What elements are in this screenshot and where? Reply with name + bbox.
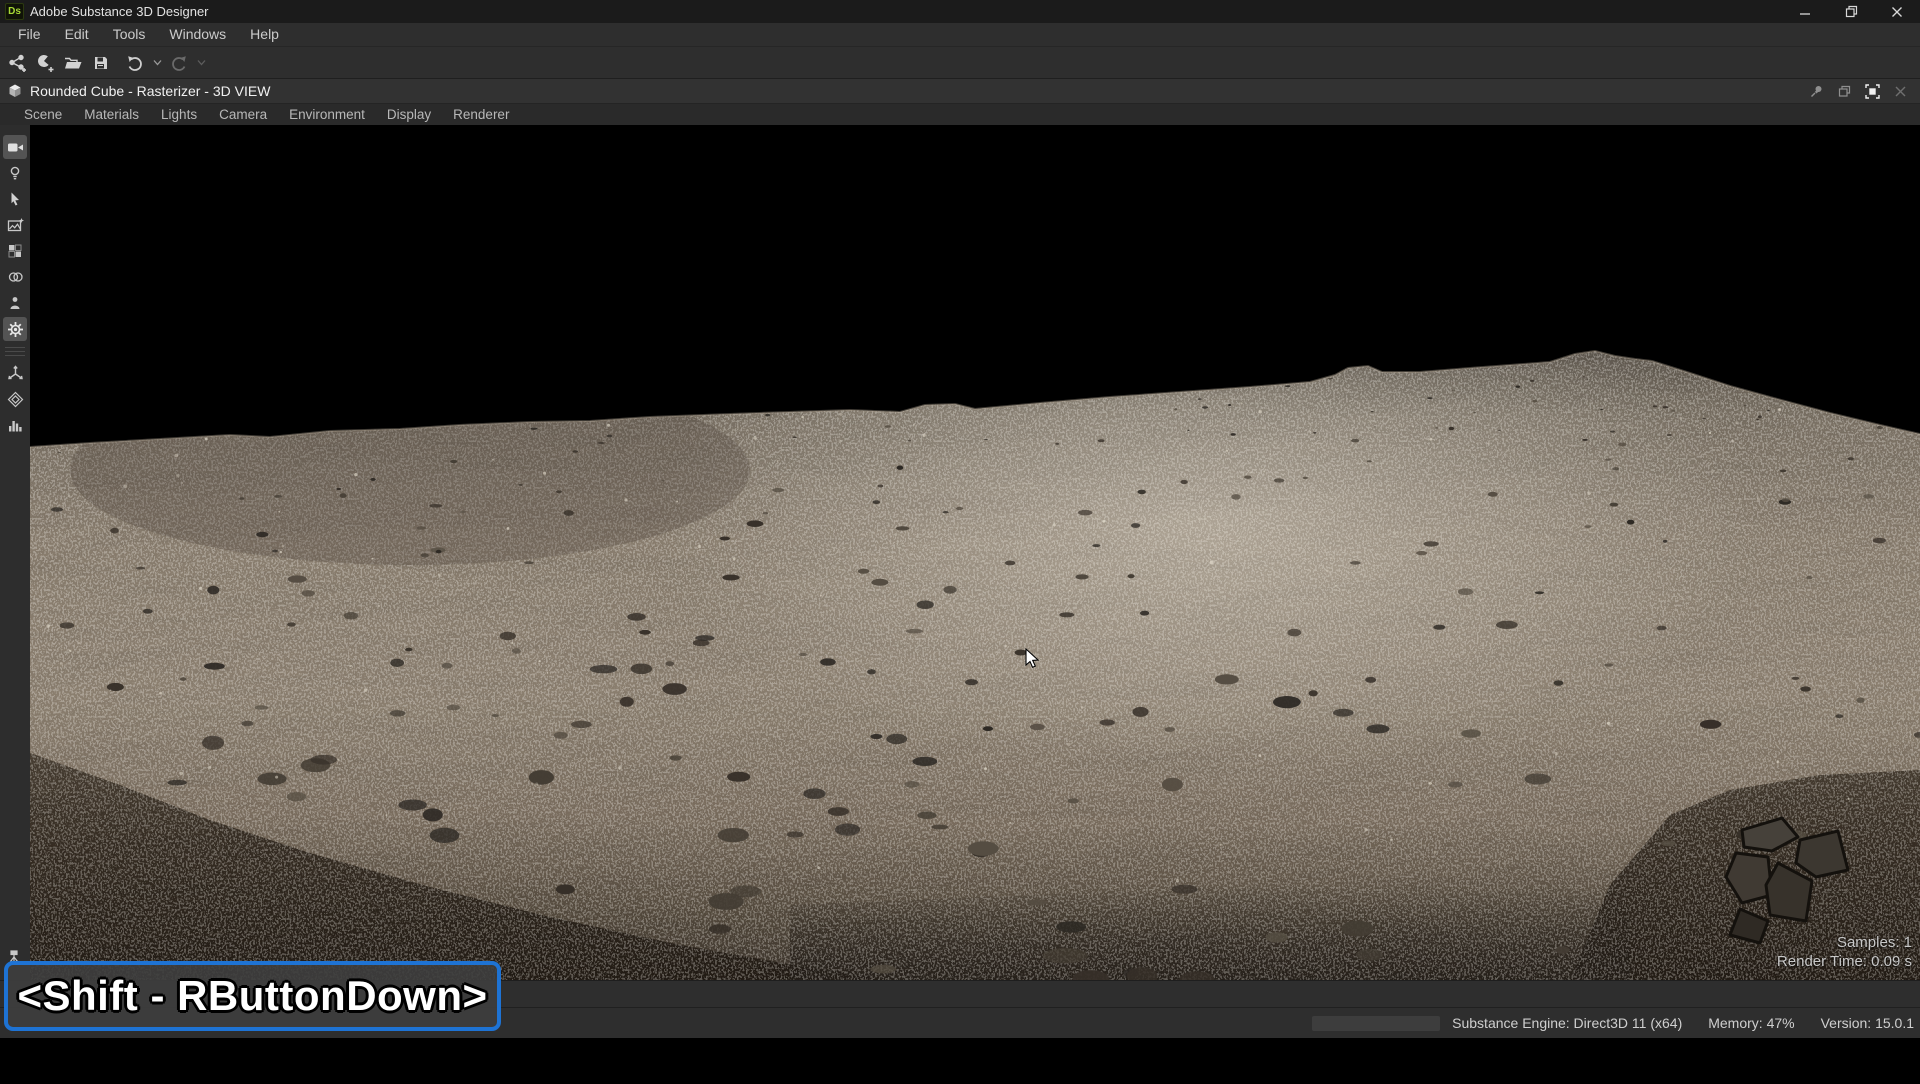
material-tool[interactable] [3, 239, 27, 263]
viewmenu-materials[interactable]: Materials [73, 104, 150, 125]
menu-help[interactable]: Help [238, 23, 291, 46]
light-icon [7, 165, 23, 181]
titlebar: Ds Adobe Substance 3D Designer [0, 0, 1920, 23]
open-file-button[interactable] [60, 50, 86, 76]
main-toolbar [0, 46, 1920, 78]
save-icon [92, 54, 110, 72]
camera-pose-tool[interactable] [3, 291, 27, 315]
viewmenu-environment[interactable]: Environment [278, 104, 376, 125]
wireframe-tool[interactable] [3, 387, 27, 411]
new-substance-graph-button[interactable] [4, 50, 30, 76]
app-window: { "titlebar": { "logo_text": "Ds", "titl… [0, 0, 1920, 1080]
viewmenu-display[interactable]: Display [376, 104, 442, 125]
new-package-icon [36, 53, 55, 72]
float-window-icon [1837, 84, 1852, 99]
menubar: File Edit Tools Windows Help [0, 23, 1920, 46]
chevron-down-icon [153, 59, 162, 66]
version-status: Version: 15.0.1 [1821, 1015, 1914, 1031]
perspective-camera-icon [7, 139, 24, 156]
render-stats: Samples: 1 Render Time: 0.09 s [1777, 934, 1912, 972]
undo-button[interactable] [122, 50, 148, 76]
viewport-3d[interactable]: Samples: 1 Render Time: 0.09 s [30, 125, 1920, 980]
bottom-strip [0, 1038, 1920, 1084]
maximize-icon [1864, 83, 1881, 100]
cube-icon [7, 83, 23, 99]
app-title: Adobe Substance 3D Designer [30, 4, 209, 19]
undo-dropdown-button[interactable] [150, 50, 164, 76]
render-settings-tool[interactable] [3, 317, 27, 341]
redo-dropdown-button[interactable] [194, 50, 208, 76]
workspace: Samples: 1 Render Time: 0.09 s [0, 125, 1920, 980]
render-time-label: Render Time: 0.09 s [1777, 953, 1912, 972]
restore-button[interactable] [1828, 0, 1874, 23]
render-settings-icon [7, 321, 24, 338]
viewmenu-renderer[interactable]: Renderer [442, 104, 520, 125]
display-mode-tool[interactable] [3, 265, 27, 289]
menu-file[interactable]: File [6, 23, 53, 46]
new-package-button[interactable] [32, 50, 58, 76]
gizmo-icon [7, 365, 24, 382]
minimize-icon [1799, 6, 1811, 18]
save-button[interactable] [88, 50, 114, 76]
viewmenu-scene[interactable]: Scene [13, 104, 73, 125]
environment-icon [7, 217, 24, 234]
histogram-icon [7, 417, 23, 433]
pin-button[interactable] [1802, 80, 1830, 102]
keycast-text: <Shift - RButtonDown> [17, 972, 487, 1020]
engine-status: Substance Engine: Direct3D 11 (x64) [1452, 1015, 1682, 1031]
memory-status: Memory: 47% [1708, 1015, 1794, 1031]
progress-bar [1312, 1016, 1440, 1031]
close-view-button[interactable] [1886, 80, 1914, 102]
environment-tool[interactable] [3, 213, 27, 237]
minimize-button[interactable] [1782, 0, 1828, 23]
pin-icon [1809, 84, 1824, 99]
pointer-tool[interactable] [3, 187, 27, 211]
view3d-titlebar[interactable]: Rounded Cube - Rasterizer - 3D VIEW [0, 78, 1920, 103]
menu-edit[interactable]: Edit [53, 23, 101, 46]
restore-icon [1845, 5, 1858, 18]
viewmenu-camera[interactable]: Camera [208, 104, 278, 125]
wireframe-icon [7, 391, 24, 408]
material-icon [7, 243, 23, 259]
float-window-button[interactable] [1830, 80, 1858, 102]
camera-pose-icon [7, 295, 23, 311]
app-logo-icon: Ds [5, 3, 24, 20]
close-icon [1891, 6, 1903, 18]
view3d-menubar: Scene Materials Lights Camera Environmen… [0, 103, 1920, 125]
menu-tools[interactable]: Tools [101, 23, 158, 46]
pointer-icon [7, 191, 23, 207]
gizmo-tool[interactable] [3, 361, 27, 385]
keycast-overlay: <Shift - RButtonDown> [4, 961, 501, 1031]
viewport-tool-strip [0, 125, 30, 980]
new-substance-graph-icon [8, 53, 27, 72]
perspective-camera-tool[interactable] [3, 135, 27, 159]
chevron-down-icon [197, 59, 206, 66]
open-folder-icon [63, 54, 83, 72]
menu-windows[interactable]: Windows [157, 23, 238, 46]
close-button[interactable] [1874, 0, 1920, 23]
maximize-view-button[interactable] [1858, 80, 1886, 102]
tool-strip-separator [5, 347, 25, 356]
redo-icon [170, 54, 188, 72]
view3d-title: Rounded Cube - Rasterizer - 3D VIEW [30, 83, 270, 99]
close-icon [1894, 85, 1907, 98]
rendered-scene [30, 125, 1920, 980]
viewmenu-lights[interactable]: Lights [150, 104, 208, 125]
histogram-tool[interactable] [3, 413, 27, 437]
undo-icon [126, 54, 144, 72]
light-tool[interactable] [3, 161, 27, 185]
display-mode-icon [7, 269, 24, 285]
redo-button[interactable] [166, 50, 192, 76]
samples-label: Samples: 1 [1777, 934, 1912, 953]
